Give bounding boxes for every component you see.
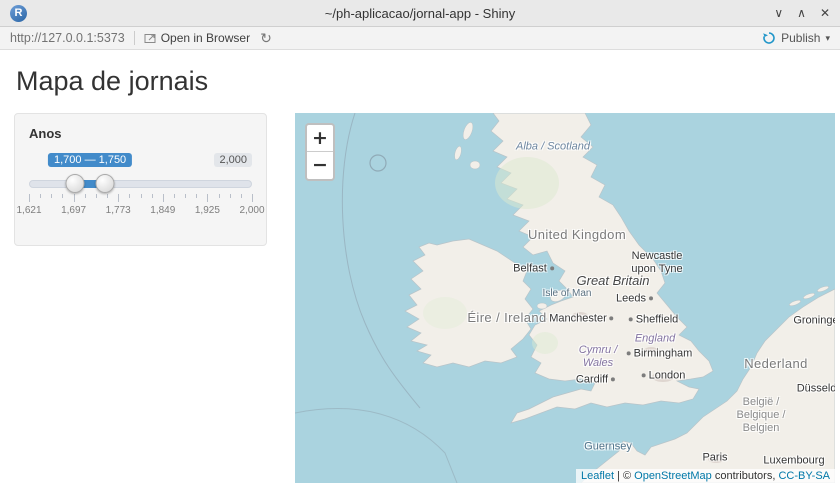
leaflet-link[interactable]: Leaflet — [581, 470, 614, 482]
slider-tick — [40, 194, 41, 198]
chevron-down-icon[interactable]: ∨ — [774, 7, 783, 19]
attribution-sep1: | © — [614, 470, 634, 482]
map-label: England — [635, 332, 675, 345]
slider-tick-label: 1,849 — [150, 205, 175, 216]
map-label: Groningen — [793, 314, 835, 327]
zoom-out-button[interactable]: − — [307, 152, 333, 179]
slider-tick — [163, 194, 164, 202]
year-range-slider[interactable]: 1,700 — 1,750 2,000 1,6211,6971,7731,849… — [29, 153, 252, 219]
map-label: United Kingdom — [528, 227, 626, 243]
slider-tick — [185, 194, 186, 198]
page-title: Mapa de jornais — [16, 66, 835, 97]
map-label: Great Britain — [577, 273, 650, 289]
publish-caret-icon: ▾ — [825, 33, 830, 44]
slider-tick — [74, 194, 75, 202]
slider-tick-label: 1,621 — [16, 205, 41, 216]
url-text: http://127.0.0.1:5373 — [10, 31, 125, 45]
city-dot-icon — [611, 378, 615, 382]
close-icon[interactable]: ✕ — [820, 7, 830, 19]
slider-max-label: 2,000 — [214, 153, 252, 167]
slider-tick — [62, 194, 63, 198]
map-label: Éire / Ireland — [467, 310, 546, 326]
open-in-browser-icon — [144, 32, 157, 44]
slider-tick — [174, 194, 175, 198]
slider-tick-label: 1,697 — [61, 205, 86, 216]
map-attribution: Leaflet | © OpenStreetMap contributors, … — [576, 469, 835, 483]
sidebar-panel: Anos 1,700 — 1,750 2,000 1,621 1,697 1,773… — [14, 113, 267, 246]
slider-tick — [107, 194, 108, 198]
city-dot-icon — [642, 373, 646, 377]
refresh-icon[interactable]: ↻ — [260, 31, 272, 45]
map-label: Luxembourg — [763, 454, 824, 467]
map-label: Isle of Man — [543, 288, 592, 300]
slider-title: Anos — [29, 126, 252, 141]
slider-tick — [129, 194, 130, 198]
map-label: België / Belgique / Belgien — [737, 396, 786, 436]
open-in-browser-button[interactable]: Open in Browser — [144, 31, 250, 45]
window-title: ~/ph-aplicacao/jornal-app - Shiny — [0, 6, 840, 21]
browser-toolbar: http://127.0.0.1:5373 Open in Browser ↻ … — [0, 27, 840, 50]
window-titlebar: R ~/ph-aplicacao/jornal-app - Shiny ∨ ∧ … — [0, 0, 840, 27]
maximize-icon[interactable]: ∧ — [797, 7, 806, 19]
slider-tick — [196, 194, 197, 198]
slider-tick — [152, 194, 153, 198]
map-label: Cymru / Wales — [579, 344, 618, 370]
map-zoom-control: + − — [305, 123, 335, 181]
slider-tick-label: 2,000 — [239, 205, 264, 216]
map-label: Alba / Scotland — [516, 140, 590, 153]
map-label: Belfast — [513, 262, 557, 275]
toolbar-divider — [134, 31, 135, 45]
slider-tick — [230, 194, 231, 198]
slider-tick-label: 1,773 — [106, 205, 131, 216]
slider-tick-label: 1,925 — [195, 205, 220, 216]
map-label: Birmingham — [624, 347, 693, 360]
publish-button[interactable]: Publish ▾ — [762, 31, 830, 45]
slider-grid: 1,6211,6971,7731,8491,9252,000 — [29, 194, 252, 218]
slider-tick — [252, 194, 253, 202]
city-dot-icon — [550, 267, 554, 271]
window-controls: ∨ ∧ ✕ — [774, 7, 830, 19]
slider-tick — [118, 194, 119, 202]
slider-tick — [219, 194, 220, 198]
rstudio-logo-icon: R — [10, 5, 27, 22]
map-label: Manchester — [549, 312, 616, 325]
slider-handle-to[interactable] — [95, 174, 114, 193]
map-label: Newcastle upon Tyne — [631, 250, 682, 276]
slider-track[interactable] — [29, 180, 252, 188]
publish-label: Publish — [781, 31, 820, 45]
publish-icon — [762, 31, 776, 45]
slider-tick — [207, 194, 208, 202]
city-dot-icon — [629, 318, 633, 322]
map-label: Sheffield — [626, 313, 679, 326]
map-label: Guernsey — [584, 440, 632, 453]
map-labels: Alba / Scotland United Kingdom Newcastle u… — [295, 113, 835, 483]
map-label: Nederland — [744, 356, 808, 372]
open-in-browser-label: Open in Browser — [161, 31, 250, 45]
attribution-sep2: contributors, — [712, 470, 779, 482]
app-content: Mapa de jornais Anos 1,700 — 1,750 2,000… — [0, 50, 840, 483]
slider-tick — [51, 194, 52, 198]
map-label: London — [639, 369, 686, 382]
city-dot-icon — [610, 317, 614, 321]
slider-handle-from[interactable] — [66, 174, 85, 193]
slider-tick — [241, 194, 242, 198]
slider-tick — [85, 194, 86, 198]
map-label: Düsseldorf — [797, 382, 835, 395]
city-dot-icon — [649, 297, 653, 301]
map-label: Cardiff — [576, 373, 618, 386]
slider-range-badge: 1,700 — 1,750 — [48, 153, 132, 167]
openstreetmap-link[interactable]: OpenStreetMap — [634, 470, 712, 482]
zoom-in-button[interactable]: + — [307, 125, 333, 152]
license-link[interactable]: CC-BY-SA — [778, 470, 830, 482]
map-label: Leeds — [616, 292, 656, 305]
map-label: Paris — [702, 451, 727, 464]
city-dot-icon — [627, 351, 631, 355]
slider-tick — [141, 194, 142, 198]
slider-tick — [96, 194, 97, 198]
leaflet-map[interactable]: Alba / Scotland United Kingdom Newcastle u… — [295, 113, 835, 483]
slider-tick — [29, 194, 30, 202]
